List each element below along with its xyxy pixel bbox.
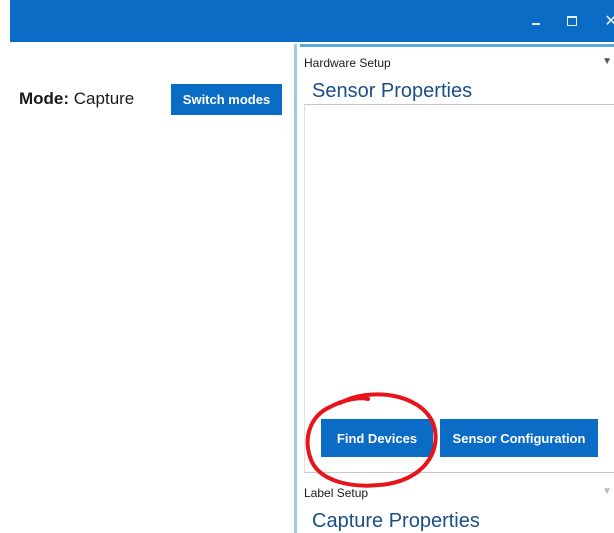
close-icon[interactable]: ✕: [602, 12, 614, 30]
find-devices-button[interactable]: Find Devices: [321, 419, 433, 457]
panel-top-border: [300, 44, 614, 47]
label-setup-header[interactable]: Label Setup: [304, 486, 368, 500]
app-window: ✕ Mode: Capture Switch modes Hardware Se…: [0, 0, 614, 533]
hardware-setup-collapse-icon[interactable]: ▼: [602, 56, 612, 67]
switch-modes-button[interactable]: Switch modes: [171, 84, 282, 115]
sensor-properties-panel: [304, 104, 614, 473]
maximize-icon[interactable]: [563, 12, 581, 30]
title-bar: ✕: [10, 0, 614, 42]
mode-indicator: Mode: Capture: [19, 89, 134, 109]
sensor-configuration-button[interactable]: Sensor Configuration: [440, 419, 598, 457]
minimize-icon[interactable]: [527, 12, 545, 30]
label-setup-collapse-icon[interactable]: ▼: [602, 486, 612, 497]
panel-splitter[interactable]: [294, 44, 297, 533]
sensor-properties-title: Sensor Properties: [312, 80, 473, 102]
capture-properties-title: Capture Properties: [312, 510, 480, 532]
hardware-setup-header[interactable]: Hardware Setup: [304, 56, 391, 70]
mode-label: Mode:: [19, 89, 70, 108]
mode-value: Capture: [73, 89, 135, 108]
